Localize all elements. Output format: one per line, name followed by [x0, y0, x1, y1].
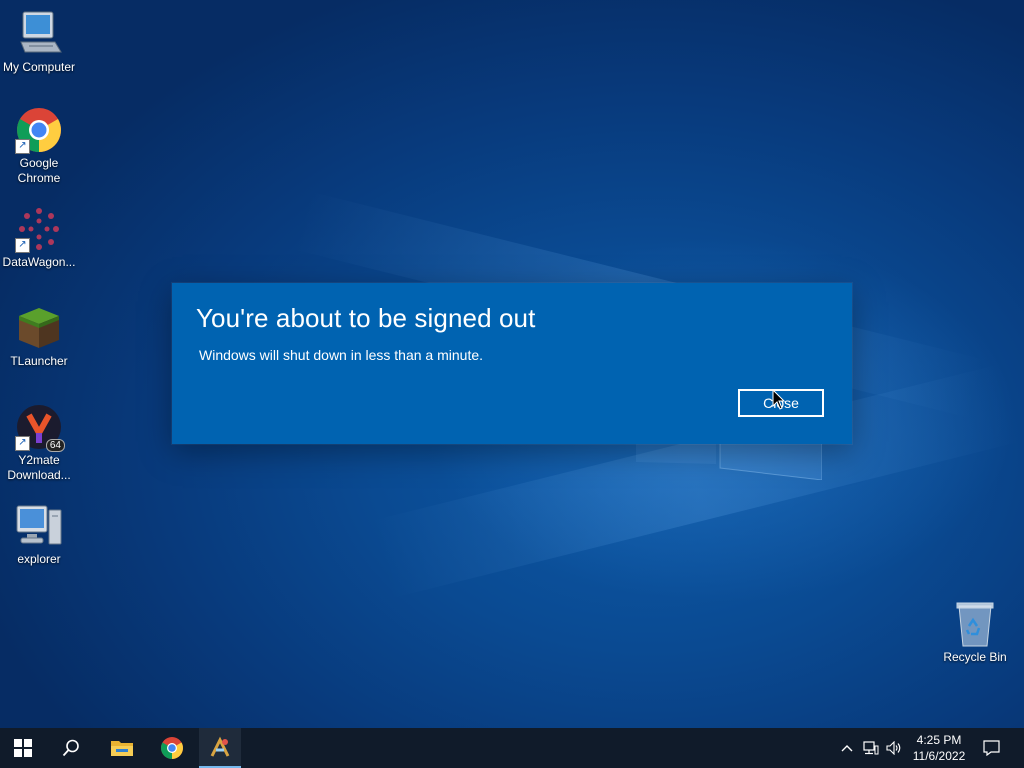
volume-tray-button[interactable] — [884, 728, 904, 768]
shortcut-arrow-icon: ↗ — [15, 238, 30, 253]
computer-icon — [15, 10, 63, 58]
desktop-icon-label: Google Chrome — [17, 156, 61, 185]
desktop-icon-recycle-bin[interactable]: Recycle Bin — [936, 600, 1014, 665]
search-icon — [62, 739, 79, 757]
shortcut-arrow-icon: ↗ — [15, 139, 30, 154]
network-tray-button[interactable] — [861, 728, 881, 768]
desktop-icon-label: Y2mate Download... — [7, 453, 71, 482]
taskbar: 4:25 PM 11/6/2022 — [0, 728, 1024, 768]
windows-logo-wallpaper — [636, 440, 822, 480]
shortcut-arrow-icon: ↗ — [15, 436, 30, 451]
network-icon — [863, 741, 879, 755]
mouse-cursor-icon — [772, 389, 786, 410]
show-hidden-icons-button[interactable] — [838, 728, 856, 768]
desktop-icon-google-chrome[interactable]: ↗ Google Chrome — [0, 106, 78, 186]
desktop-icon-label: DataWagon... — [2, 255, 76, 269]
file-explorer-icon — [111, 741, 133, 756]
datawagon-icon: ↗ — [15, 205, 63, 253]
dialog-message: Windows will shut down in less than a mi… — [199, 347, 484, 363]
notification-icon — [982, 740, 1000, 756]
desktop-icon-tlauncher[interactable]: TLauncher — [0, 304, 78, 369]
start-button[interactable] — [0, 728, 46, 768]
taskbar-clock[interactable]: 4:25 PM 11/6/2022 — [906, 732, 972, 764]
desktop-icon-explorer[interactable]: explorer — [0, 502, 78, 567]
y2mate-icon: ↗ 64 — [15, 403, 65, 452]
chevron-up-icon — [841, 745, 853, 752]
desktop-icon-datawagon[interactable]: ↗ DataWagon... — [0, 205, 78, 270]
y2mate-64-badge: 64 — [45, 439, 65, 452]
dialog-title: You're about to be signed out — [196, 303, 536, 333]
taskbar-chrome[interactable] — [149, 728, 195, 768]
tlauncher-icon — [210, 736, 230, 757]
desktop-icon-label: explorer — [17, 552, 61, 566]
desktop: My Computer ↗ Google Chrome ↗ DataWagon.… — [0, 0, 1024, 728]
recycle-bin-icon — [951, 600, 999, 648]
clock-date: 11/6/2022 — [912, 749, 966, 763]
chrome-icon: ↗ — [15, 106, 63, 154]
search-button[interactable] — [48, 728, 94, 768]
speaker-icon — [886, 741, 901, 755]
explorer-computer-icon — [15, 502, 63, 550]
chrome-icon — [161, 737, 183, 759]
desktop-icon-y2mate[interactable]: ↗ 64 Y2mate Download... — [0, 403, 78, 483]
action-center-button[interactable] — [976, 728, 1006, 768]
desktop-icon-label: Recycle Bin — [943, 650, 1007, 664]
sign-out-dialog: You're about to be signed out Windows wi… — [172, 283, 852, 444]
desktop-icon-my-computer[interactable]: My Computer — [0, 10, 78, 75]
taskbar-tlauncher[interactable] — [199, 728, 241, 768]
clock-time: 4:25 PM — [916, 733, 962, 747]
desktop-icon-label: My Computer — [2, 60, 76, 74]
taskbar-file-explorer[interactable] — [99, 728, 145, 768]
windows-start-icon — [14, 739, 32, 757]
tlauncher-icon — [15, 304, 63, 352]
desktop-icon-label: TLauncher — [10, 354, 68, 368]
